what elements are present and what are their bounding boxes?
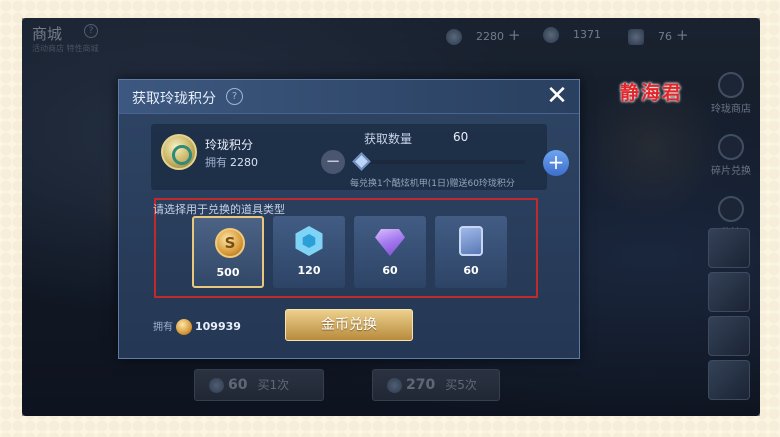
gold-coin-icon: [215, 228, 245, 258]
coins-owned-value: 109939: [195, 320, 241, 333]
watermark: 静海君: [620, 82, 684, 104]
owned-points: 拥有 2280: [205, 154, 258, 170]
item-card[interactable]: 60: [435, 216, 507, 288]
quantity-value: 60: [453, 130, 469, 144]
owned-value: 2280: [230, 156, 258, 169]
exchange-note: 每兑换1个酷炫机甲(1日)赠送60玲珑积分: [350, 179, 515, 189]
get-points-dialog: 获取玲珑积分 ? ✕ 玲珑积分 拥有 2280 获取数量 60 − + 每兑换1个…: [118, 79, 580, 359]
owned-label: 拥有: [205, 156, 227, 169]
close-button[interactable]: ✕: [545, 83, 569, 109]
points-info-panel: 玲珑积分 拥有 2280 获取数量 60 − + 每兑换1个酷炫机甲(1日)赠送6…: [151, 124, 569, 190]
item-crystal[interactable]: 120: [273, 216, 345, 288]
gold-exchange-button[interactable]: 金币兑换: [285, 309, 413, 341]
item-diamond[interactable]: 60: [354, 216, 426, 288]
item-value: 120: [297, 264, 321, 277]
token-name: 玲珑积分: [205, 138, 254, 152]
card-icon: [459, 226, 483, 256]
diamond-icon: [375, 229, 405, 256]
dialog-header: 获取玲珑积分 ? ✕: [119, 80, 579, 114]
quantity-slider[interactable]: [361, 160, 525, 164]
item-value: 60: [382, 264, 398, 277]
coins-owned-label: 拥有: [153, 322, 173, 333]
quantity-label: 获取数量: [364, 132, 413, 146]
item-value: 60: [463, 264, 479, 277]
item-value: 500: [216, 266, 240, 279]
slider-handle[interactable]: [352, 152, 371, 171]
select-item-label: 请选择用于兑换的道具类型: [153, 203, 285, 216]
crystal-icon: [295, 226, 323, 256]
owned-coins: 拥有 109939: [153, 319, 241, 336]
dialog-title: 获取玲珑积分: [132, 91, 216, 107]
item-gold-coin[interactable]: 500: [192, 216, 264, 288]
increase-button[interactable]: +: [543, 150, 569, 176]
decrease-button[interactable]: −: [321, 150, 345, 174]
ling-long-token-icon: [161, 134, 197, 170]
gold-coin-icon: [176, 319, 192, 335]
help-icon[interactable]: ?: [226, 88, 243, 105]
